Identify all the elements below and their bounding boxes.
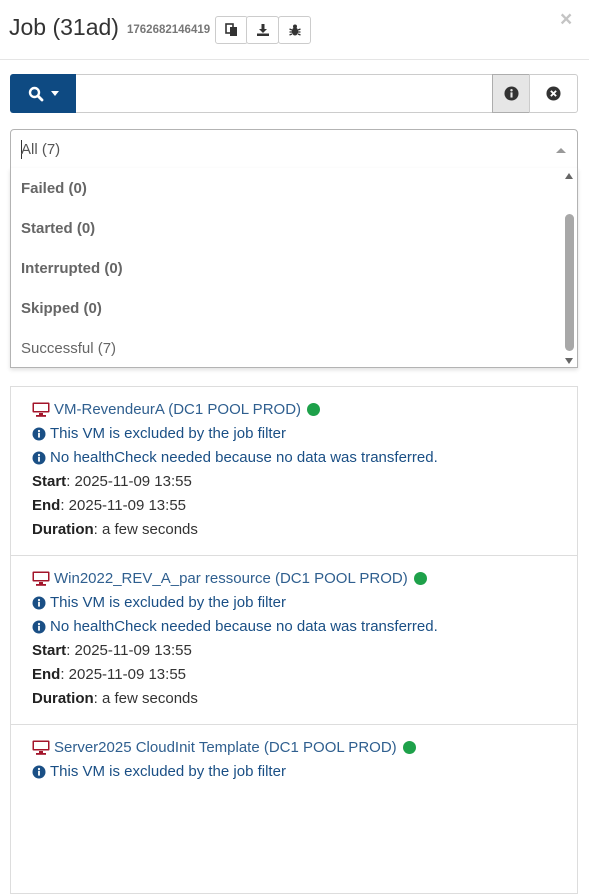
info-icon — [32, 765, 46, 778]
filter-option-failed[interactable]: Failed (0) — [21, 180, 87, 197]
status-success-icon — [413, 572, 427, 585]
end-value: : 2025-11-09 13:55 — [60, 666, 186, 683]
desktop-icon — [32, 740, 50, 755]
duration: Duration: a few seconds — [32, 521, 198, 538]
start-label: Start — [32, 642, 67, 659]
filter-dropdown-menu: Failed (0) Started (0) Interrupted (0) S… — [10, 168, 578, 368]
info-message: This VM is excluded by the job filter — [32, 425, 286, 442]
modal-title: Job (31ad) — [9, 14, 119, 40]
times-circle-icon — [546, 86, 561, 101]
duration-label: Duration — [32, 690, 94, 707]
copy-icon — [224, 23, 237, 36]
search-input[interactable] — [76, 74, 493, 113]
vm-name-link[interactable]: VM-RevendeurA (DC1 POOL PROD) — [54, 401, 301, 418]
desktop-icon — [32, 571, 50, 586]
message-text: This VM is excluded by the job filter — [50, 594, 286, 611]
search-bar — [10, 74, 578, 113]
vm-row: Win2022_REV_A_par ressource (DC1 POOL PR… — [32, 570, 427, 587]
vm-name-link[interactable]: Win2022_REV_A_par ressource (DC1 POOL PR… — [54, 570, 408, 587]
info-icon — [32, 596, 46, 609]
list-item: Win2022_REV_A_par ressource (DC1 POOL PR… — [10, 556, 578, 725]
list-item: Server2025 CloudInit Template (DC1 POOL … — [10, 725, 578, 894]
search-dropdown-button[interactable] — [10, 74, 76, 113]
info-icon — [32, 451, 46, 464]
filter-option-successful[interactable]: Successful (7) — [21, 340, 116, 357]
message-text: No healthCheck needed because no data wa… — [50, 449, 438, 466]
list-item: VM-RevendeurA (DC1 POOL PROD) This VM is… — [10, 387, 578, 556]
start-time: Start: 2025-11-09 13:55 — [32, 642, 192, 659]
vm-task-list: VM-RevendeurA (DC1 POOL PROD) This VM is… — [10, 386, 578, 894]
end-time: End: 2025-11-09 13:55 — [32, 497, 186, 514]
job-id: 1762682146419 — [127, 24, 211, 36]
search-info-button[interactable] — [492, 74, 530, 113]
selected-filter: All (7) — [21, 141, 61, 158]
scroll-up-arrow[interactable] — [565, 173, 573, 179]
bug-icon — [288, 24, 301, 36]
close-button[interactable]: × — [560, 9, 572, 30]
duration-label: Duration — [32, 521, 94, 538]
duration: Duration: a few seconds — [32, 690, 198, 707]
scrollbar-thumb[interactable] — [565, 214, 574, 351]
bug-report-button[interactable] — [278, 16, 311, 44]
dropdown-scrollbar[interactable] — [564, 170, 575, 366]
info-message: This VM is excluded by the job filter — [32, 763, 286, 780]
vm-row: VM-RevendeurA (DC1 POOL PROD) — [32, 401, 321, 418]
duration-value: : a few seconds — [93, 690, 198, 707]
message-text: This VM is excluded by the job filter — [50, 425, 286, 442]
end-label: End — [32, 497, 61, 514]
info-icon — [32, 620, 46, 633]
info-message: No healthCheck needed because no data wa… — [32, 449, 438, 466]
download-icon — [256, 24, 269, 36]
clear-search-button[interactable] — [529, 74, 578, 113]
message-text: This VM is excluded by the job filter — [50, 763, 286, 780]
status-success-icon — [307, 403, 321, 416]
search-icon — [28, 86, 43, 101]
vm-row: Server2025 CloudInit Template (DC1 POOL … — [32, 739, 416, 756]
status-success-icon — [402, 741, 416, 754]
start-time: Start: 2025-11-09 13:55 — [32, 473, 192, 490]
start-value: : 2025-11-09 13:55 — [66, 473, 192, 490]
desktop-icon — [32, 402, 50, 417]
message-text: No healthCheck needed because no data wa… — [50, 618, 438, 635]
end-label: End — [32, 666, 61, 683]
info-message: This VM is excluded by the job filter — [32, 594, 286, 611]
start-label: Start — [32, 473, 67, 490]
copy-button[interactable] — [215, 16, 248, 44]
vm-name-link[interactable]: Server2025 CloudInit Template (DC1 POOL … — [54, 739, 397, 756]
filter-option-started[interactable]: Started (0) — [21, 220, 95, 237]
caret-down-icon — [50, 91, 59, 96]
modal-header: Job (31ad) 1762682146419 × — [0, 0, 589, 60]
scroll-down-arrow[interactable] — [565, 358, 573, 364]
duration-value: : a few seconds — [93, 521, 198, 538]
info-message: No healthCheck needed because no data wa… — [32, 618, 438, 635]
info-circle-icon — [503, 86, 519, 101]
info-icon — [32, 427, 46, 440]
status-filter-select[interactable]: All (7) — [10, 129, 578, 169]
chevron-up-icon[interactable] — [556, 148, 566, 153]
filter-option-skipped[interactable]: Skipped (0) — [21, 300, 102, 317]
download-button[interactable] — [246, 16, 279, 44]
end-value: : 2025-11-09 13:55 — [60, 497, 186, 514]
filter-option-interrupted[interactable]: Interrupted (0) — [21, 260, 123, 277]
end-time: End: 2025-11-09 13:55 — [32, 666, 186, 683]
start-value: : 2025-11-09 13:55 — [66, 642, 192, 659]
